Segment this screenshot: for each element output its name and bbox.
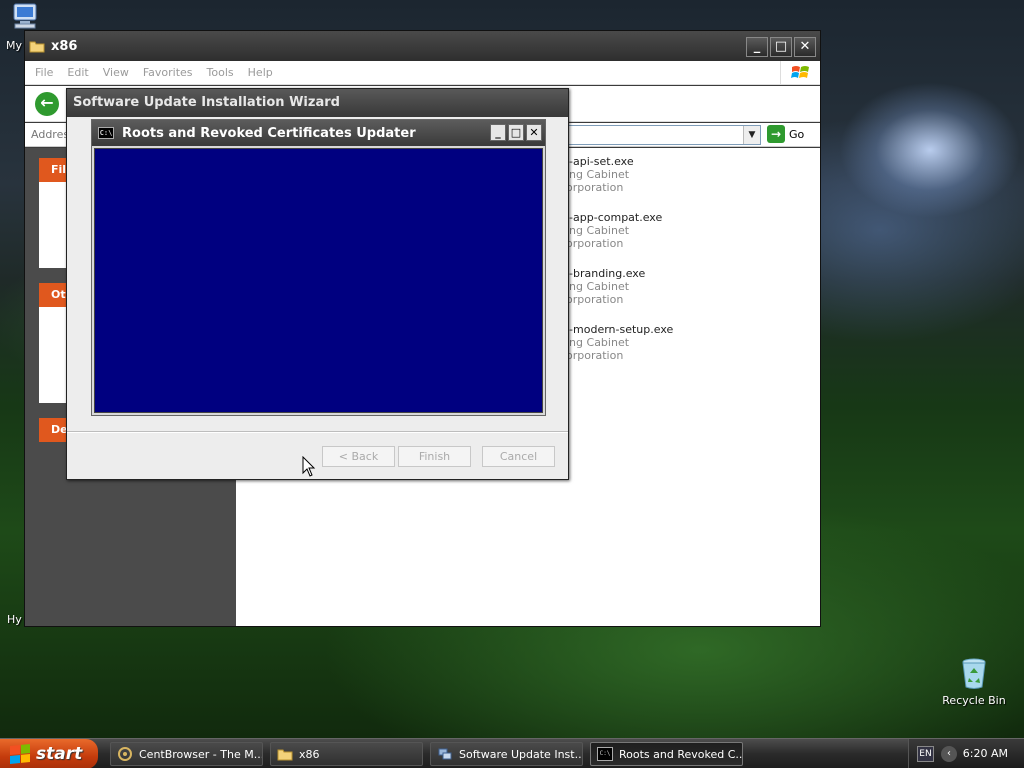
computer-icon	[13, 3, 37, 29]
language-indicator[interactable]: EN	[917, 746, 934, 762]
maximize-button[interactable]: □	[770, 37, 792, 57]
go-label: Go	[789, 127, 805, 141]
back-arrow-icon[interactable]: ←	[35, 92, 59, 116]
explorer-window-controls: _ □ ✕	[746, 37, 816, 57]
minimize-button[interactable]: _	[490, 124, 506, 141]
recycle-bin-label: Recycle Bin	[942, 694, 1006, 707]
taskbar-item-label: Roots and Revoked C...	[619, 747, 743, 761]
list-item[interactable]: i-app-compat.exe ing Cabinet orporation	[566, 211, 662, 250]
desktop-label-my: My	[6, 39, 23, 52]
menu-bar: File Edit View Favorites Tools Help	[25, 61, 820, 85]
close-button[interactable]: ✕	[526, 124, 542, 141]
go-arrow-icon: →	[767, 125, 785, 143]
system-tray: EN ‹ 6:20 AM	[908, 739, 1024, 768]
folder-icon	[277, 749, 293, 761]
explorer-titlebar[interactable]: x86 _ □ ✕	[25, 31, 820, 61]
file-company: orporation	[566, 293, 624, 306]
maximize-button[interactable]: □	[508, 124, 524, 141]
menu-file[interactable]: File	[35, 66, 53, 79]
windows-flag-icon	[10, 743, 30, 765]
start-button[interactable]: start	[0, 739, 98, 768]
chevron-down-icon[interactable]: ▼	[743, 126, 760, 144]
taskbar-item-label: x86	[299, 747, 320, 761]
taskbar-item-centbrowser[interactable]: CentBrowser - The M...	[110, 742, 263, 766]
console-icon: C:\	[98, 127, 114, 139]
list-item[interactable]: i-modern-setup.exe ing Cabinet orporatio…	[566, 323, 673, 362]
explorer-title: x86	[51, 38, 78, 54]
start-label: start	[36, 744, 83, 764]
taskbar-item-software-update[interactable]: Software Update Inst...	[430, 742, 583, 766]
file-company: orporation	[566, 237, 624, 250]
taskbar: start CentBrowser - The M... x86 Softwar…	[0, 738, 1024, 768]
chevron-left-icon[interactable]: ‹	[941, 746, 957, 762]
file-name: i-branding.exe	[566, 267, 646, 280]
mouse-cursor-icon	[302, 456, 316, 477]
menu-view[interactable]: View	[103, 66, 129, 79]
console-icon: C:\	[597, 747, 613, 761]
close-button[interactable]: ✕	[794, 37, 816, 57]
menu-tools[interactable]: Tools	[207, 66, 234, 79]
file-company: orporation	[566, 349, 624, 362]
installer-icon	[438, 748, 452, 760]
go-button[interactable]: → Go	[767, 125, 804, 143]
console-output[interactable]	[94, 148, 543, 413]
taskbar-item-label: CentBrowser - The M...	[139, 747, 263, 761]
file-name: i-app-compat.exe	[566, 211, 663, 224]
desktop-label-hy: Hy	[7, 613, 22, 626]
desktop-icon-recycle-bin[interactable]: Recycle Bin	[939, 656, 1009, 707]
wizard-titlebar[interactable]: Software Update Installation Wizard	[67, 89, 568, 117]
browser-icon	[118, 747, 132, 761]
console-titlebar[interactable]: C:\ Roots and Revoked Certificates Updat…	[92, 120, 545, 146]
list-item[interactable]: i-branding.exe ing Cabinet orporation	[566, 267, 645, 306]
taskbar-item-label: Software Update Inst...	[459, 747, 583, 761]
minimize-button[interactable]: _	[746, 37, 768, 57]
console-title: Roots and Revoked Certificates Updater	[122, 125, 416, 141]
file-company: orporation	[566, 181, 624, 194]
menu-edit[interactable]: Edit	[67, 66, 88, 79]
list-item[interactable]: i-api-set.exe ing Cabinet orporation	[566, 155, 634, 194]
clock[interactable]: 6:20 AM	[963, 747, 1008, 760]
console-window: C:\ Roots and Revoked Certificates Updat…	[91, 119, 546, 416]
recycle-bin-icon	[962, 658, 986, 689]
back-button[interactable]: < Back	[322, 446, 395, 467]
wizard-divider	[67, 431, 568, 433]
file-type: ing Cabinet	[566, 224, 630, 237]
address-label: Addres	[31, 128, 70, 141]
cancel-button[interactable]: Cancel	[482, 446, 555, 467]
taskbar-item-x86[interactable]: x86	[270, 742, 423, 766]
file-type: ing Cabinet	[566, 336, 630, 349]
file-type: ing Cabinet	[566, 280, 630, 293]
folder-icon	[29, 41, 45, 53]
menu-help[interactable]: Help	[248, 66, 273, 79]
file-name: i-modern-setup.exe	[566, 323, 674, 336]
windows-logo-icon	[780, 61, 820, 85]
file-name: i-api-set.exe	[566, 155, 634, 168]
file-type: ing Cabinet	[566, 168, 630, 181]
menu-favorites[interactable]: Favorites	[143, 66, 193, 79]
taskbar-item-roots-updater[interactable]: C:\ Roots and Revoked C...	[590, 742, 743, 766]
finish-button[interactable]: Finish	[398, 446, 471, 467]
console-window-controls: _ □ ✕	[490, 124, 542, 141]
address-input[interactable]: ▼	[565, 125, 761, 145]
